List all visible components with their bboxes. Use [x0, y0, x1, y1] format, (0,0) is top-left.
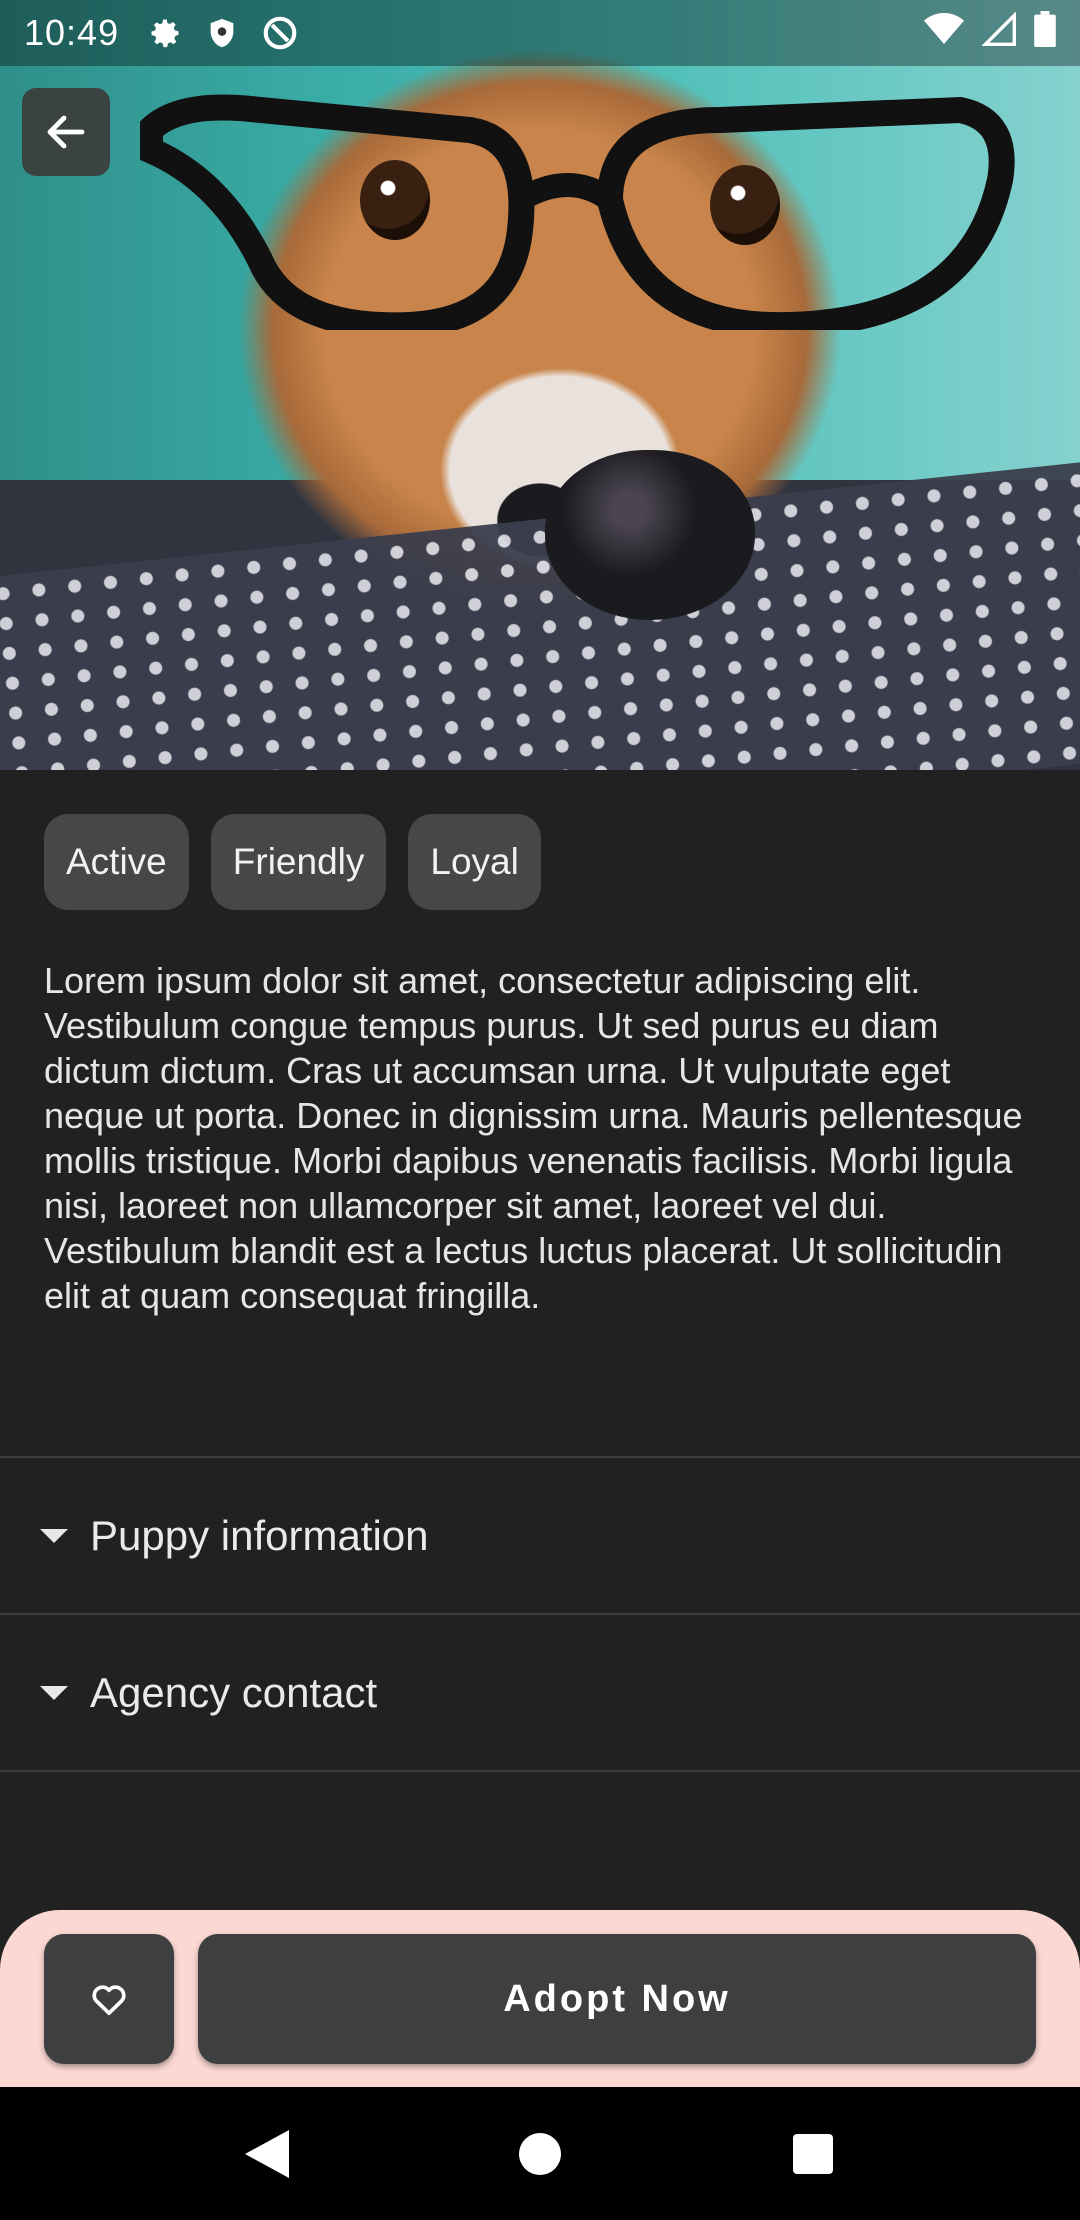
dog-nose — [545, 450, 755, 620]
back-button[interactable] — [22, 88, 110, 176]
nav-recents-button[interactable] — [783, 2124, 843, 2184]
right-eye — [710, 165, 780, 245]
tag-chip-active[interactable]: Active — [44, 814, 189, 910]
section-label: Puppy information — [90, 1511, 429, 1559]
section-puppy-information[interactable]: Puppy information — [0, 1458, 1080, 1613]
data-saver-icon — [261, 14, 299, 52]
section-label: Agency contact — [90, 1668, 378, 1716]
system-nav-bar — [0, 2087, 1080, 2220]
divider — [0, 1770, 1080, 1772]
arrow-left-icon — [47, 115, 85, 149]
pet-description: Lorem ipsum dolor sit amet, consectetur … — [44, 960, 1023, 1316]
wifi-icon — [924, 12, 964, 55]
nav-back-button[interactable] — [237, 2124, 297, 2184]
nav-home-button[interactable] — [510, 2124, 570, 2184]
status-bar: 10:49 — [0, 0, 1080, 66]
clock: 10:49 — [24, 12, 120, 53]
action-panel: Adopt Now — [0, 1910, 1080, 2090]
tag-chips: Active Friendly Loyal — [44, 814, 541, 910]
tag-chip-loyal[interactable]: Loyal — [408, 814, 541, 910]
favorite-button[interactable] — [44, 1934, 174, 2064]
gear-icon — [147, 15, 183, 51]
shield-icon — [205, 15, 239, 51]
left-eye — [360, 160, 430, 240]
expand-arrow-icon — [40, 1685, 68, 1700]
adopt-now-button[interactable]: Adopt Now — [198, 1934, 1036, 2064]
back-triangle-icon — [244, 2129, 289, 2178]
tag-chip-friendly[interactable]: Friendly — [210, 814, 387, 910]
expand-arrow-icon — [40, 1528, 68, 1543]
heart-outline-icon — [92, 1985, 126, 2015]
battery-icon — [1034, 10, 1056, 56]
home-circle-icon — [518, 2132, 561, 2175]
section-agency-contact[interactable]: Agency contact — [0, 1615, 1080, 1770]
pet-photo — [0, 0, 1080, 770]
blanket-pattern — [0, 460, 1080, 770]
glasses-shape — [140, 94, 1015, 330]
recents-square-icon — [793, 2133, 834, 2174]
signal-icon — [981, 10, 1016, 55]
